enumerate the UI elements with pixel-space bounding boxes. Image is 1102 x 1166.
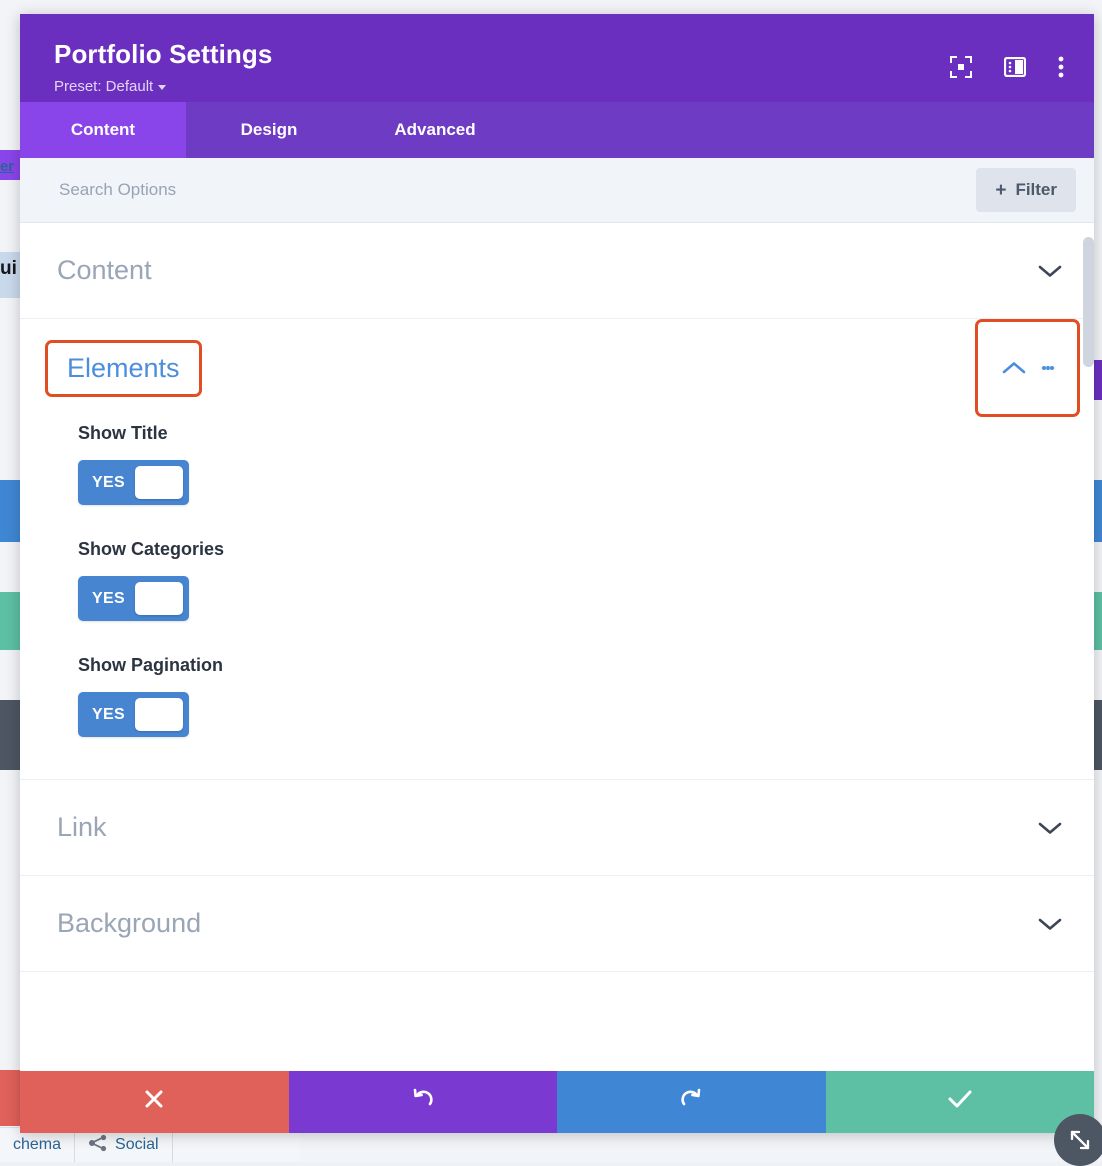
- section-content-title: Content: [57, 255, 152, 285]
- chevron-down-icon[interactable]: [1038, 264, 1062, 278]
- section-elements-header[interactable]: Elements: [20, 319, 1094, 417]
- kebab-menu-icon[interactable]: [1058, 56, 1064, 78]
- elements-field-list: Show Title YES Show Categories YES Show …: [20, 417, 1094, 779]
- chevron-down-icon: [158, 84, 167, 90]
- toggle-show-title-value: YES: [92, 473, 125, 491]
- cancel-button[interactable]: [20, 1071, 289, 1133]
- filter-button-label: Filter: [1015, 180, 1057, 199]
- modal-footer-actions: [20, 1071, 1094, 1133]
- background-tab-schema[interactable]: chema: [0, 1128, 76, 1162]
- chevron-up-icon[interactable]: [1002, 361, 1026, 375]
- background-color-strip: [0, 592, 22, 650]
- background-color-strip: [0, 700, 22, 770]
- portfolio-settings-modal: Portfolio Settings Preset: Default Conte…: [20, 14, 1094, 1133]
- plus-icon: +: [995, 179, 1007, 201]
- section-link[interactable]: Link: [20, 780, 1094, 876]
- tab-advanced-label: Advanced: [394, 120, 476, 139]
- field-show-pagination-label: Show Pagination: [78, 655, 224, 675]
- focus-target-icon[interactable]: [950, 56, 972, 78]
- modal-header: Portfolio Settings Preset: Default: [20, 14, 1094, 102]
- search-input[interactable]: [57, 179, 741, 201]
- settings-scroll-content: Content Elements Show Title YES Show Cat…: [20, 223, 1094, 972]
- redo-button[interactable]: [557, 1071, 826, 1133]
- modal-body: Content Elements Show Title YES Show Cat…: [20, 223, 1094, 1071]
- resize-handle[interactable]: [1054, 1114, 1102, 1166]
- section-elements-title: Elements: [67, 352, 180, 383]
- tab-content-label: Content: [70, 120, 136, 139]
- section-link-title: Link: [57, 812, 107, 842]
- toggle-show-categories[interactable]: YES: [78, 576, 189, 621]
- preset-label: Preset: Default: [54, 77, 154, 95]
- toggle-knob: [135, 466, 183, 499]
- background-tab-social[interactable]: Social: [75, 1128, 173, 1162]
- section-content[interactable]: Content: [20, 223, 1094, 319]
- section-background-title: Background: [57, 908, 202, 938]
- background-color-strip: [0, 1070, 22, 1126]
- section-background[interactable]: Background: [20, 876, 1094, 972]
- save-button[interactable]: [825, 1071, 1094, 1133]
- background-tab-social-label: Social: [115, 1136, 159, 1153]
- field-show-categories-label: Show Categories: [78, 539, 225, 559]
- close-icon: [143, 1088, 165, 1117]
- toggle-show-categories-value: YES: [92, 589, 125, 607]
- tab-content[interactable]: Content: [20, 102, 186, 158]
- toggle-show-pagination-value: YES: [92, 705, 125, 723]
- settings-scrollbar-thumb[interactable]: [1083, 237, 1094, 367]
- undo-icon: [411, 1087, 435, 1118]
- toggle-show-title[interactable]: YES: [78, 460, 189, 505]
- undo-button[interactable]: [288, 1071, 557, 1133]
- tab-design-label: Design: [240, 120, 298, 139]
- background-bold-text: ui: [0, 258, 17, 279]
- settings-scrollbar[interactable]: [1083, 223, 1094, 1071]
- toggle-knob: [135, 698, 183, 731]
- redo-icon: [679, 1087, 703, 1118]
- background-color-strip: [0, 480, 22, 542]
- search-bar: + Filter: [20, 158, 1094, 223]
- field-show-title-label: Show Title: [78, 423, 168, 443]
- field-show-categories: Show Categories YES: [78, 539, 1094, 621]
- checkmark-icon: [947, 1088, 973, 1117]
- toggle-knob: [135, 582, 183, 615]
- toggle-show-pagination[interactable]: YES: [78, 692, 189, 737]
- chevron-down-icon[interactable]: [1038, 917, 1062, 931]
- chevron-down-icon[interactable]: [1038, 821, 1062, 835]
- page-title: Portfolio Settings: [54, 39, 273, 69]
- section-kebab-menu-icon[interactable]: [1041, 364, 1054, 372]
- field-show-title: Show Title YES: [78, 423, 1094, 505]
- section-elements: Elements Show Title YES Show Categories …: [20, 319, 1094, 780]
- background-tab-schema-label: chema: [13, 1136, 62, 1153]
- modal-tab-bar: Content Design Advanced: [20, 102, 1094, 158]
- field-show-pagination: Show Pagination YES: [78, 655, 1094, 737]
- header-icon-group: [950, 56, 1064, 78]
- layout-panel-icon[interactable]: [1003, 56, 1027, 78]
- share-icon: [88, 1134, 108, 1157]
- tab-advanced[interactable]: Advanced: [352, 102, 518, 158]
- filter-button[interactable]: + Filter: [976, 168, 1076, 212]
- background-link-text[interactable]: er: [0, 158, 14, 175]
- preset-selector[interactable]: Preset: Default: [54, 77, 167, 95]
- tab-design[interactable]: Design: [186, 102, 352, 158]
- section-elements-controls-highlight: [975, 319, 1080, 417]
- section-elements-title-highlight: Elements: [45, 339, 202, 397]
